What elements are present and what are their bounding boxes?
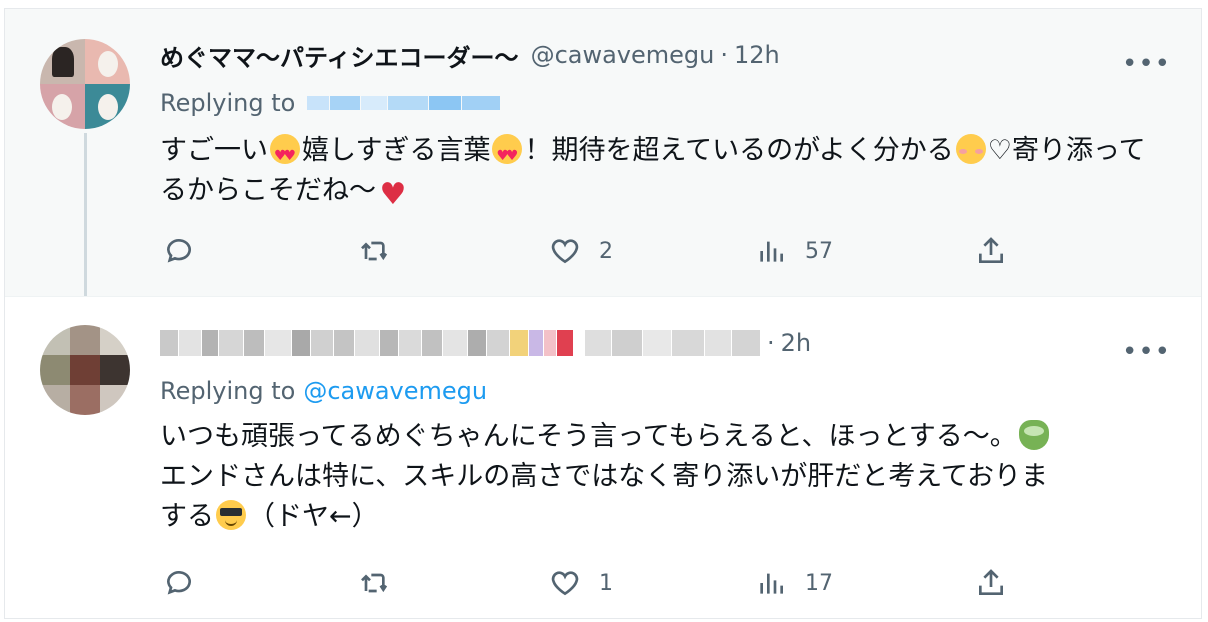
share-button[interactable]	[975, 235, 1007, 267]
more-icon[interactable]: •••	[1122, 337, 1171, 367]
reply-icon	[166, 239, 191, 263]
tweet-item[interactable]: · 2h ••• Replying to @cawavemegu いつも頑張って…	[5, 296, 1201, 618]
heart-eyes-emoji-icon	[270, 134, 300, 176]
action-bar: 2 57	[163, 235, 1023, 275]
like-button[interactable]: 2	[549, 235, 613, 267]
sunglasses-emoji-icon	[216, 500, 246, 530]
action-bar: 1 17	[163, 567, 1023, 607]
replying-to-handle[interactable]: @cawavemegu	[303, 377, 487, 405]
heart-emoji-icon: ♥	[379, 177, 407, 212]
redacted-handle[interactable]	[307, 96, 501, 110]
like-count: 1	[599, 570, 613, 596]
reply-button[interactable]	[163, 235, 213, 267]
tweet-text: すご一い嬉しすぎる言葉！期待を超えているのがよく分かる♡寄り添ってるからこそだね…	[160, 131, 1170, 211]
like-icon	[551, 239, 579, 264]
reply-icon	[166, 571, 191, 595]
like-button[interactable]: 1	[549, 567, 613, 599]
replying-to: Replying to @cawavemegu	[160, 377, 487, 405]
author-name[interactable]: めぐママ〜パティシエコーダー〜	[160, 38, 519, 73]
timestamp[interactable]: 2h	[781, 329, 811, 357]
avatar[interactable]	[40, 39, 130, 129]
views-button[interactable]: 57	[755, 235, 833, 267]
separator-dot: ·	[767, 329, 775, 357]
separator-dot: ·	[720, 41, 728, 69]
tea-emoji-icon	[1018, 420, 1049, 450]
tweet-header: · 2h	[160, 325, 811, 361]
share-icon	[979, 569, 1003, 595]
views-icon	[760, 573, 783, 594]
share-icon	[979, 237, 1003, 263]
retweet-icon	[361, 241, 388, 261]
more-icon[interactable]: •••	[1122, 49, 1171, 79]
redacted-author-name[interactable]	[160, 328, 761, 358]
heart-eyes-emoji-icon	[492, 134, 523, 176]
share-button[interactable]	[975, 567, 1007, 599]
retweet-button[interactable]	[358, 235, 408, 267]
thread-connector	[84, 133, 87, 305]
replying-to-label: Replying to	[160, 377, 296, 405]
retweet-icon	[361, 573, 388, 593]
views-button[interactable]: 17	[755, 567, 833, 599]
tweet-thread: めぐママ〜パティシエコーダー〜 @cawavemegu · 12h ••• Re…	[4, 8, 1202, 619]
like-icon	[551, 571, 579, 596]
tweet-item[interactable]: めぐママ〜パティシエコーダー〜 @cawavemegu · 12h ••• Re…	[5, 9, 1201, 305]
like-count: 2	[599, 238, 613, 264]
retweet-button[interactable]	[358, 567, 408, 599]
replying-to-label: Replying to	[160, 89, 296, 117]
replying-to: Replying to	[160, 89, 501, 117]
reply-button[interactable]	[163, 567, 213, 599]
tweet-text: いつも頑張ってるめぐちゃんにそう言ってもらえると、ほっとする〜。 エンドさんは特…	[160, 420, 1049, 532]
timestamp[interactable]: 12h	[734, 41, 780, 69]
view-count: 17	[805, 570, 833, 596]
author-handle[interactable]: @cawavemegu	[531, 41, 715, 69]
views-icon	[760, 241, 783, 262]
avatar[interactable]	[40, 325, 130, 415]
view-count: 57	[805, 238, 833, 264]
blush-emoji-icon	[955, 134, 986, 164]
